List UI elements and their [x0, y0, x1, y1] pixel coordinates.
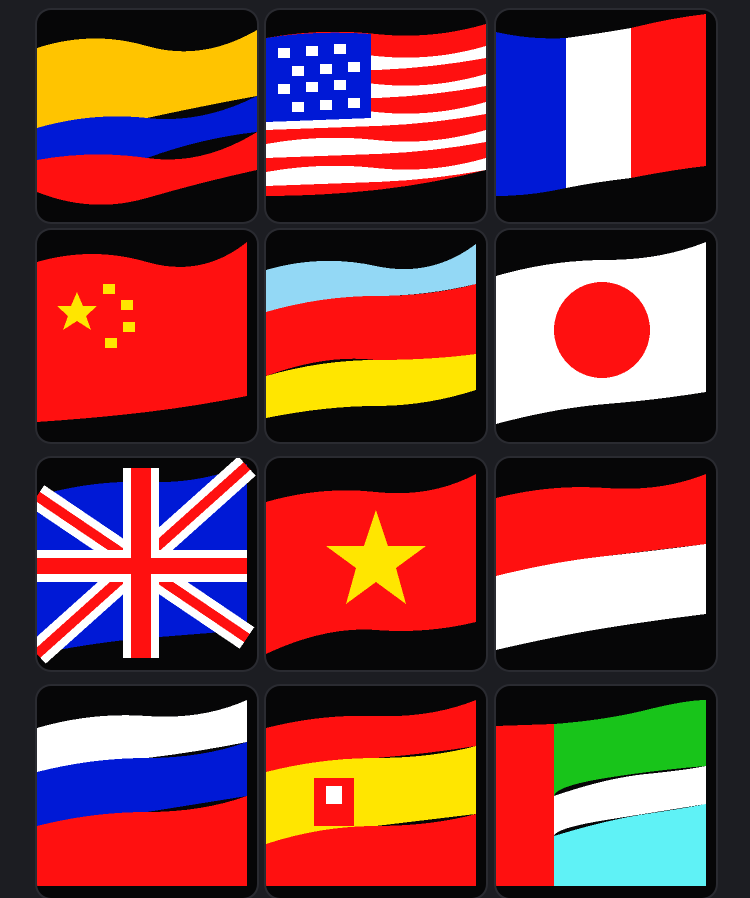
colombia-flag-icon — [37, 30, 257, 205]
vietnam-flag-icon — [266, 474, 476, 654]
france-flag-icon — [496, 14, 706, 196]
uk-flag-icon — [37, 458, 256, 664]
spain-flag-icon — [266, 700, 476, 886]
flag-tile-argentina-germany[interactable] — [266, 230, 486, 442]
indonesia-flag-icon — [496, 474, 706, 650]
flag-tile-usa[interactable] — [266, 10, 486, 222]
flag-tile-uk[interactable] — [37, 458, 257, 670]
flag-tile-vietnam[interactable] — [266, 458, 486, 670]
japan-flag-icon — [496, 242, 706, 424]
flag-grid — [0, 0, 750, 898]
flag-tile-sierra-leone[interactable] — [496, 686, 716, 898]
flag-tile-indonesia[interactable] — [496, 458, 716, 670]
china-flag-icon — [37, 242, 247, 422]
flag-tile-spain[interactable] — [266, 686, 486, 898]
flag-tile-japan[interactable] — [496, 230, 716, 442]
flag-tile-china[interactable] — [37, 230, 257, 442]
usa-flag-icon — [266, 24, 486, 196]
sierra-leone-flag-icon — [496, 700, 706, 886]
argentina-germany-flag-icon — [266, 244, 476, 418]
russia-flag-icon — [37, 700, 247, 886]
flag-tile-france[interactable] — [496, 10, 716, 222]
flag-tile-colombia[interactable] — [37, 10, 257, 222]
flag-tile-russia[interactable] — [37, 686, 257, 898]
